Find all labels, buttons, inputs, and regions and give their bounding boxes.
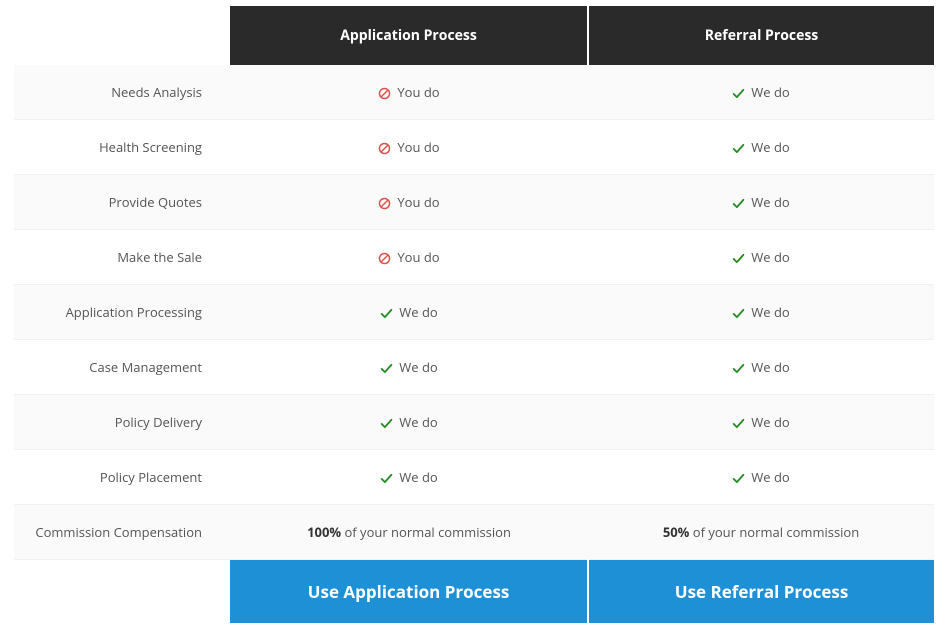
app-cell: We do xyxy=(230,340,588,395)
cell-text: We do xyxy=(751,193,789,211)
check-icon xyxy=(732,142,745,155)
ref-cell: We do xyxy=(588,230,934,285)
comparison-table: Application Process Referral Process Nee… xyxy=(14,6,934,623)
commission-ref: 50% of your normal commission xyxy=(588,505,934,560)
cell-text: You do xyxy=(397,138,439,156)
header-application: Application Process xyxy=(230,6,588,65)
row-label: Make the Sale xyxy=(14,230,230,285)
comparison-table-container: Application Process Referral Process Nee… xyxy=(14,6,934,623)
table-row: Health Screening You do We do xyxy=(14,120,934,175)
commission-app: 100% of your normal commission xyxy=(230,505,588,560)
header-row: Application Process Referral Process xyxy=(14,6,934,65)
check-icon xyxy=(380,307,393,320)
ref-cell: We do xyxy=(588,285,934,340)
app-cell: You do xyxy=(230,120,588,175)
cell-text: We do xyxy=(399,468,437,486)
check-icon xyxy=(380,472,393,485)
row-label: Needs Analysis xyxy=(14,65,230,120)
check-icon xyxy=(380,417,393,430)
ref-cell: We do xyxy=(588,340,934,395)
prohibit-icon xyxy=(378,197,391,210)
header-empty xyxy=(14,6,230,65)
table-row: Application Processing We do We do xyxy=(14,285,934,340)
commission-app-pct: 100% xyxy=(307,523,341,541)
table-row: Provide Quotes You do We do xyxy=(14,175,934,230)
table-row: Case Management We do We do xyxy=(14,340,934,395)
check-icon xyxy=(732,197,745,210)
table-row: Needs Analysis You do We do xyxy=(14,65,934,120)
row-label: Policy Placement xyxy=(14,450,230,505)
cell-text: We do xyxy=(751,413,789,431)
cell-text: We do xyxy=(751,358,789,376)
ref-cell: We do xyxy=(588,120,934,175)
cta-row: Use Application Process Use Referral Pro… xyxy=(14,560,934,624)
check-icon xyxy=(732,307,745,320)
cell-text: We do xyxy=(751,248,789,266)
row-label: Commission Compensation xyxy=(14,505,230,560)
check-icon xyxy=(380,362,393,375)
prohibit-icon xyxy=(378,87,391,100)
row-label: Provide Quotes xyxy=(14,175,230,230)
check-icon xyxy=(732,472,745,485)
row-label: Case Management xyxy=(14,340,230,395)
header-referral: Referral Process xyxy=(588,6,934,65)
check-icon xyxy=(732,417,745,430)
commission-app-rest: of your normal commission xyxy=(341,523,511,541)
use-application-button[interactable]: Use Application Process xyxy=(230,560,588,624)
cell-text: We do xyxy=(751,83,789,101)
app-cell: We do xyxy=(230,285,588,340)
prohibit-icon xyxy=(378,142,391,155)
row-label: Application Processing xyxy=(14,285,230,340)
app-cell: You do xyxy=(230,175,588,230)
row-label: Policy Delivery xyxy=(14,395,230,450)
table-row: Make the Sale You do We do xyxy=(14,230,934,285)
row-label: Health Screening xyxy=(14,120,230,175)
cta-empty xyxy=(14,560,230,624)
cell-text: We do xyxy=(399,358,437,376)
ref-cell: We do xyxy=(588,175,934,230)
use-referral-button[interactable]: Use Referral Process xyxy=(588,560,934,624)
app-cell: You do xyxy=(230,65,588,120)
cell-text: You do xyxy=(397,83,439,101)
table-row: Policy Delivery We do We do xyxy=(14,395,934,450)
commission-row: Commission Compensation 100% of your nor… xyxy=(14,505,934,560)
cell-text: We do xyxy=(751,468,789,486)
table-row: Policy Placement We do We do xyxy=(14,450,934,505)
ref-cell: We do xyxy=(588,65,934,120)
cell-text: We do xyxy=(399,303,437,321)
cell-text: You do xyxy=(397,248,439,266)
check-icon xyxy=(732,362,745,375)
ref-cell: We do xyxy=(588,395,934,450)
cell-text: We do xyxy=(751,138,789,156)
check-icon xyxy=(732,87,745,100)
app-cell: We do xyxy=(230,395,588,450)
check-icon xyxy=(732,252,745,265)
app-cell: We do xyxy=(230,450,588,505)
commission-ref-rest: of your normal commission xyxy=(689,523,859,541)
commission-ref-pct: 50% xyxy=(663,523,690,541)
prohibit-icon xyxy=(378,252,391,265)
app-cell: You do xyxy=(230,230,588,285)
cell-text: We do xyxy=(751,303,789,321)
cell-text: You do xyxy=(397,193,439,211)
ref-cell: We do xyxy=(588,450,934,505)
cell-text: We do xyxy=(399,413,437,431)
